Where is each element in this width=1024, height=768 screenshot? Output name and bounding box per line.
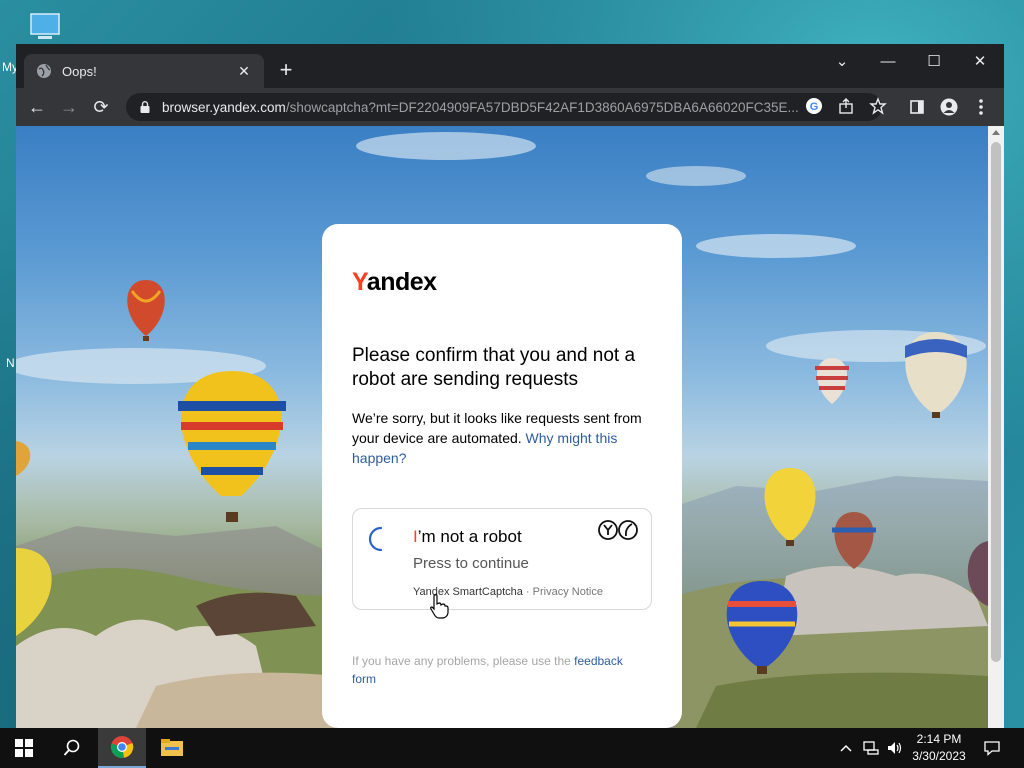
description-text: We’re sorry, but it looks like requests … <box>352 410 642 466</box>
scrollbar-thumb[interactable] <box>991 142 1001 662</box>
svg-text:G: G <box>810 101 819 113</box>
close-window-button[interactable]: ✕ <box>960 48 1000 76</box>
page-title: Please confirm that you and not a robot … <box>352 345 636 390</box>
computer-icon[interactable] <box>28 10 62 44</box>
volume-icon[interactable] <box>884 728 906 768</box>
folder-icon <box>161 739 183 756</box>
show-hidden-icons-icon[interactable] <box>836 728 856 768</box>
address-bar[interactable]: browser.yandex.com/showcaptcha?mt=DF2204… <box>126 93 887 121</box>
system-clock[interactable]: 2:14 PM 3/30/2023 <box>904 731 974 765</box>
tab-oops[interactable]: Oops! ✕ <box>24 54 264 88</box>
tab-strip: Oops! ✕ + ⌄ — ☐ ✕ <box>16 44 1004 88</box>
url-text[interactable]: browser.yandex.com/showcaptcha?mt=DF2204… <box>162 100 802 115</box>
browser-toolbar: ← → ⟳ browser.yandex.com/showcaptcha?mt=… <box>16 88 1004 126</box>
captcha-card: Yandex Please confirm that you and not a… <box>322 224 682 728</box>
search-icon <box>63 739 80 756</box>
privacy-notice-link[interactable]: Privacy Notice <box>533 586 603 598</box>
start-button[interactable] <box>0 728 48 768</box>
smartcaptcha-logo-icon <box>598 520 638 540</box>
scroll-up-arrow-icon[interactable] <box>992 130 1000 135</box>
chrome-icon <box>110 736 134 758</box>
checkbox-subtitle: Press to continue <box>413 555 529 572</box>
not-robot-checkbox[interactable]: I’m not a robot Press to continue Yandex… <box>352 508 652 619</box>
reload-button[interactable]: ⟳ <box>88 94 114 120</box>
profile-icon[interactable] <box>936 94 962 120</box>
clock-time: 2:14 PM <box>916 732 962 746</box>
network-icon[interactable] <box>860 728 882 768</box>
close-tab-icon[interactable]: ✕ <box>236 63 252 80</box>
tab-title: Oops! <box>62 63 97 79</box>
back-button[interactable]: ← <box>24 94 50 120</box>
problems-text: If you have any problems, please use the… <box>352 654 623 686</box>
google-icon[interactable]: G <box>804 97 824 117</box>
side-panel-icon[interactable] <box>904 94 930 120</box>
browser-window: Oops! ✕ + ⌄ — ☐ ✕ ← → ⟳ browser.yandex.c… <box>16 44 1004 728</box>
windows-logo-icon <box>15 739 33 757</box>
lock-icon[interactable] <box>138 100 152 114</box>
search-button[interactable] <box>48 728 96 768</box>
checkbox-title: I’m not a robot <box>413 527 522 546</box>
forward-button[interactable]: → <box>56 94 82 120</box>
url-path: /showcaptcha?mt=DF2204909FA57DBD5F42AF1D… <box>285 99 799 115</box>
minimize-button[interactable]: — <box>868 48 908 76</box>
bookmark-star-icon[interactable] <box>868 97 888 117</box>
notification-icon[interactable] <box>978 728 1006 768</box>
globe-icon <box>37 64 51 78</box>
hand-cursor-icon <box>430 594 449 619</box>
url-host: browser.yandex.com <box>162 99 286 115</box>
clock-date: 3/30/2023 <box>912 749 966 763</box>
yandex-logo: Yandex <box>352 268 437 296</box>
loading-spinner-icon <box>368 526 383 552</box>
menu-kebab-icon[interactable] <box>968 94 994 120</box>
taskbar: 2:14 PM 3/30/2023 <box>0 728 1024 768</box>
new-tab-button[interactable]: + <box>274 58 298 82</box>
tab-search-icon[interactable]: ⌄ <box>822 48 862 76</box>
page-viewport: Yandex Please confirm that you and not a… <box>16 126 988 728</box>
taskbar-file-explorer[interactable] <box>148 728 196 768</box>
taskbar-chrome[interactable] <box>98 728 146 768</box>
desktop-icon-label: N <box>6 356 15 370</box>
share-icon[interactable] <box>836 97 856 117</box>
maximize-button[interactable]: ☐ <box>914 48 954 76</box>
page-scrollbar[interactable] <box>988 126 1004 728</box>
